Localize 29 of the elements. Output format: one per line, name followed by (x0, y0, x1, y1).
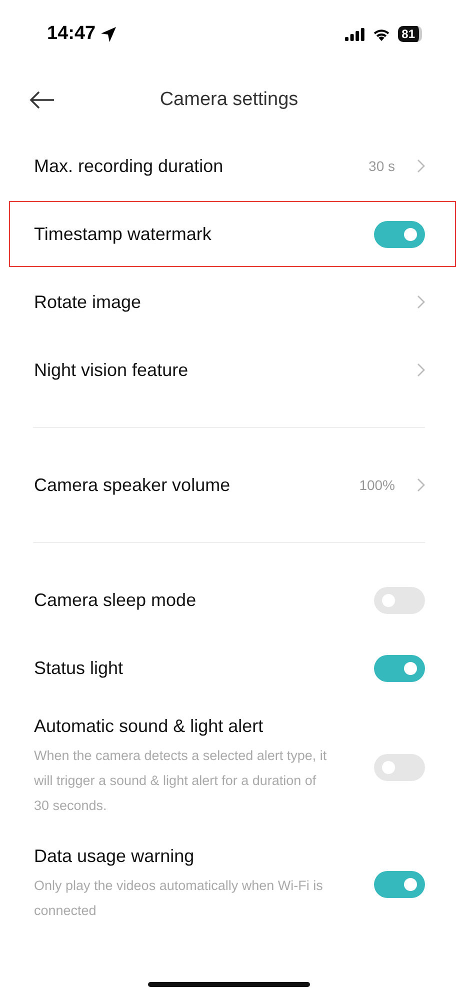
status-time: 14:47 (47, 23, 96, 45)
wifi-icon (372, 27, 391, 41)
toggle-switch[interactable] (374, 754, 425, 780)
setting-label: Night vision feature (34, 360, 190, 380)
back-button[interactable] (29, 91, 55, 109)
toggle-switch[interactable] (374, 654, 425, 682)
toggle-switch[interactable] (374, 220, 425, 248)
setting-label: Data usage warning (34, 846, 196, 867)
setting-label: Status light (34, 658, 124, 678)
toggle-switch[interactable] (374, 871, 425, 898)
setting-label: Camera sleep mode (34, 590, 198, 610)
setting-label: Rotate image (34, 292, 142, 312)
chevron-right-icon[interactable] (417, 159, 425, 173)
toggle-switch[interactable] (374, 586, 425, 614)
setting-value: 100% (359, 477, 395, 493)
chevron-right-icon[interactable] (417, 478, 425, 492)
setting-value: 30 s (368, 158, 395, 174)
page-title: Camera settings (160, 89, 298, 111)
battery-indicator: 81 (398, 26, 422, 42)
setting-label: Automatic sound & light alert (34, 716, 264, 737)
signal-icon (344, 28, 365, 40)
chevron-right-icon[interactable] (417, 295, 425, 309)
setting-label: Max. recording duration (34, 156, 224, 176)
setting-description: Only play the videos automatically when Wi-Fi is connected (34, 877, 324, 920)
setting-label: Camera speaker volume (34, 474, 232, 496)
setting-description: When the camera detects a selected alert type, it will trigger a sound & light alert for a duration of 30 seconds. (34, 747, 328, 815)
chevron-right-icon[interactable] (417, 363, 425, 377)
location-arrow-icon (100, 26, 117, 42)
setting-label: Timestamp watermark (34, 224, 212, 244)
